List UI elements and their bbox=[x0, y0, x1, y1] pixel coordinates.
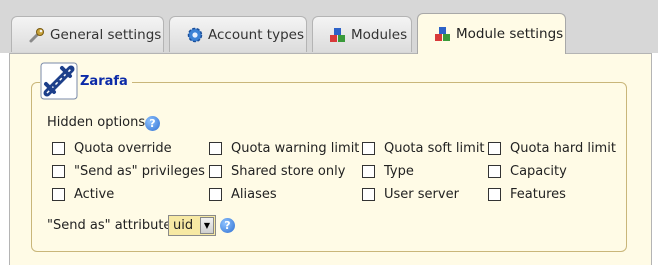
checkbox[interactable] bbox=[362, 165, 375, 178]
option-quota-override[interactable]: Quota override bbox=[52, 141, 172, 156]
section-title: Zarafa bbox=[80, 73, 128, 89]
option-label: Quota soft limit bbox=[384, 141, 485, 156]
wrench-icon bbox=[28, 26, 46, 44]
checkbox[interactable] bbox=[209, 165, 222, 178]
hidden-options-label: Hidden options bbox=[47, 115, 146, 130]
checkbox[interactable] bbox=[488, 142, 501, 155]
checkbox[interactable] bbox=[52, 142, 65, 155]
tab-label: Account types bbox=[208, 26, 304, 43]
modules-icon bbox=[434, 25, 452, 43]
option-user-server[interactable]: User server bbox=[362, 187, 459, 202]
option-aliases[interactable]: Aliases bbox=[209, 187, 277, 202]
checkbox[interactable] bbox=[488, 165, 501, 178]
checkbox[interactable] bbox=[52, 188, 65, 201]
send-as-attribute-label: "Send as" attribute bbox=[47, 218, 172, 233]
option-capacity[interactable]: Capacity bbox=[488, 164, 567, 179]
option-label: Shared store only bbox=[231, 164, 346, 179]
option-quota-hard-limit[interactable]: Quota hard limit bbox=[488, 141, 616, 156]
help-icon[interactable]: ? bbox=[220, 218, 235, 233]
option-quota-soft-limit[interactable]: Quota soft limit bbox=[362, 141, 485, 156]
modules-icon bbox=[329, 26, 347, 44]
option-label: User server bbox=[384, 187, 459, 202]
checkbox[interactable] bbox=[209, 188, 222, 201]
select-value: uid bbox=[173, 218, 194, 233]
option-features[interactable]: Features bbox=[488, 187, 566, 202]
option-label: Aliases bbox=[231, 187, 277, 202]
option-active[interactable]: Active bbox=[52, 187, 114, 202]
option-send-as-privileges[interactable]: "Send as" privileges bbox=[52, 164, 205, 179]
option-label: Quota override bbox=[74, 141, 172, 156]
tab-general-settings[interactable]: General settings bbox=[11, 16, 164, 52]
checkbox[interactable] bbox=[362, 188, 375, 201]
chevron-down-icon[interactable]: ▼ bbox=[200, 217, 214, 234]
option-label: Type bbox=[384, 164, 414, 179]
option-type[interactable]: Type bbox=[362, 164, 414, 179]
tab-account-types[interactable]: Account types bbox=[169, 16, 307, 52]
option-label: Capacity bbox=[510, 164, 567, 179]
option-label: Features bbox=[510, 187, 566, 202]
checkbox[interactable] bbox=[52, 165, 65, 178]
send-as-attribute-select[interactable]: uid ▼ bbox=[168, 215, 216, 236]
option-label: Quota warning limit bbox=[231, 141, 360, 156]
option-label: Active bbox=[74, 187, 115, 202]
tab-label: Modules bbox=[351, 26, 408, 43]
tab-modules[interactable]: Modules bbox=[312, 16, 412, 52]
option-quota-warning-limit[interactable]: Quota warning limit bbox=[209, 141, 359, 156]
checkbox[interactable] bbox=[209, 142, 222, 155]
tab-module-settings[interactable]: Module settings bbox=[417, 13, 566, 54]
option-label: Quota hard limit bbox=[510, 141, 616, 156]
tab-label: Module settings bbox=[456, 26, 564, 42]
checkbox[interactable] bbox=[362, 142, 375, 155]
section-legend: Zarafa bbox=[40, 62, 132, 100]
checkbox[interactable] bbox=[488, 188, 501, 201]
help-icon[interactable]: ? bbox=[145, 116, 160, 131]
option-shared-store-only[interactable]: Shared store only bbox=[209, 164, 345, 179]
tab-label: General settings bbox=[50, 26, 162, 43]
gear-icon bbox=[186, 26, 204, 44]
option-label: "Send as" privileges bbox=[74, 164, 205, 179]
zarafa-logo-icon bbox=[40, 62, 78, 100]
